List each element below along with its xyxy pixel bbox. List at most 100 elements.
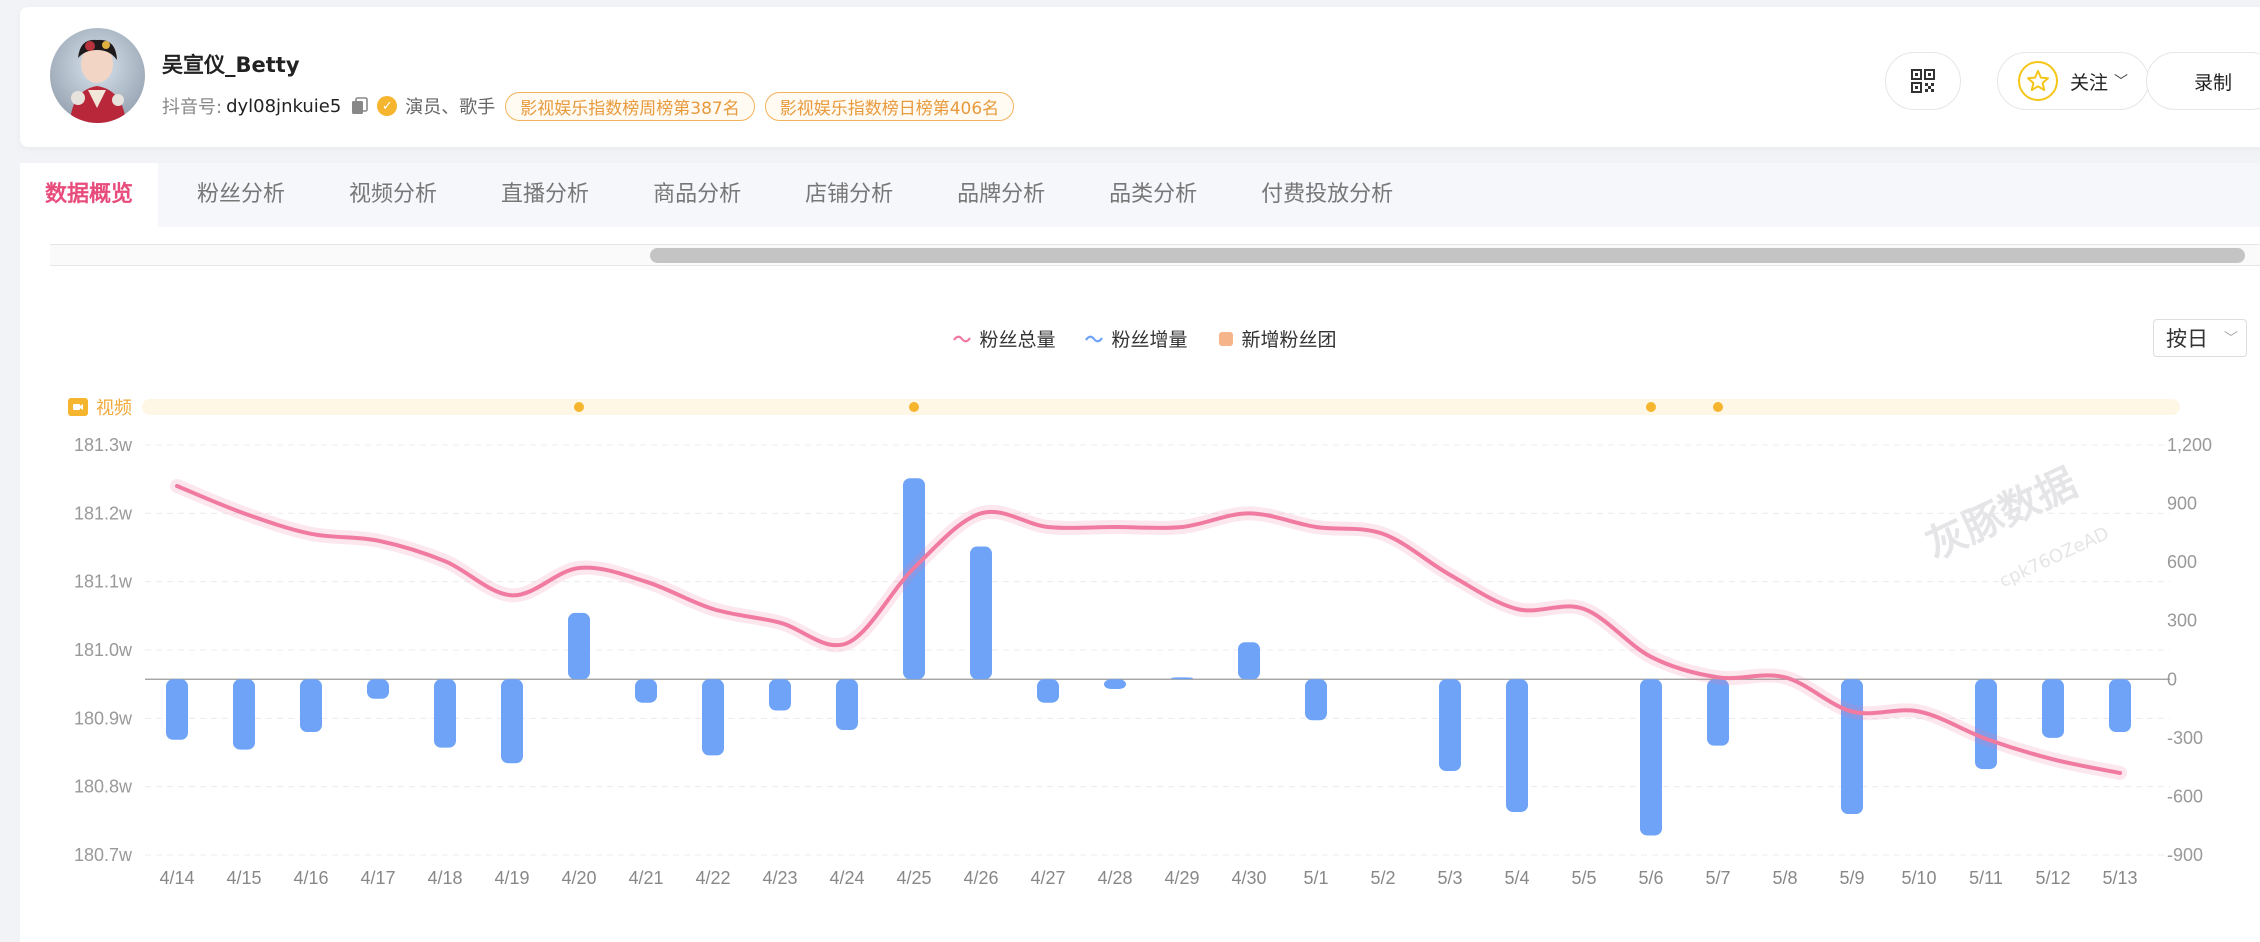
tab-products[interactable]: 商品分析 (628, 163, 766, 227)
x-tick-label: 4/25 (896, 868, 931, 888)
increment-bar (434, 679, 456, 748)
x-tick-label: 4/16 (293, 868, 328, 888)
tab-overview[interactable]: 数据概览 (20, 163, 159, 227)
y-left-tick-label: 180.9w (74, 708, 133, 728)
increment-bar (367, 679, 389, 699)
tab-live[interactable]: 直播分析 (476, 163, 614, 227)
tab-fans[interactable]: 粉丝分析 (172, 163, 310, 227)
increment-bar (970, 546, 992, 680)
total-fans-line (175, 484, 2122, 775)
tab-categories[interactable]: 品类分析 (1084, 163, 1222, 227)
x-tick-label: 5/3 (1437, 868, 1462, 888)
fans-trend-chart: 181.3w 181.2w 181.1w 181.0w 180.9w 180.8w 180.… (74, 402, 2212, 888)
tab-videos[interactable]: 视频分析 (324, 163, 462, 227)
increment-bar (1104, 679, 1126, 690)
tab-paid-ads[interactable]: 付费投放分析 (1236, 163, 1418, 227)
x-tick-label: 4/24 (829, 868, 864, 888)
y-right-tick-label: 300 (2167, 611, 2197, 631)
x-tick-label: 5/4 (1504, 868, 1529, 888)
avatar[interactable] (50, 28, 145, 123)
x-tick-label: 4/23 (762, 868, 797, 888)
x-tick-label: 5/2 (1370, 868, 1395, 888)
y-right-tick-label: 600 (2167, 552, 2197, 572)
x-tick-label: 4/30 (1231, 868, 1266, 888)
x-tick-label: 5/11 (1969, 868, 2003, 888)
x-tick-label: 4/17 (360, 868, 395, 888)
y-left-tick-label: 180.8w (74, 777, 133, 797)
y-right-tick-label: 1,200 (2167, 435, 2212, 455)
x-tick-label: 4/18 (427, 868, 462, 888)
video-marker (909, 402, 919, 412)
x-tick-label: 5/6 (1638, 868, 1663, 888)
increment-bar (1841, 679, 1863, 814)
tab-brands[interactable]: 品牌分析 (932, 163, 1070, 227)
tab-stores[interactable]: 店铺分析 (780, 163, 918, 227)
increment-bar (300, 679, 322, 732)
y-left-tick-label: 181.2w (74, 503, 133, 523)
increment-bar (1707, 679, 1729, 746)
x-tick-label: 4/15 (226, 868, 261, 888)
y-left-tick-label: 181.0w (74, 640, 133, 660)
record-button[interactable]: 录制 (2146, 52, 2260, 110)
y-right-tick-label: -300 (2167, 728, 2203, 748)
profile-name: 吴宣仪_Betty (162, 53, 300, 77)
follow-label: 关注 (2069, 71, 2108, 94)
x-tick-label: 4/20 (561, 868, 596, 888)
occupation: 演员、歌手 (405, 97, 496, 118)
star-icon (2017, 61, 2058, 101)
increment-bar (568, 612, 590, 680)
increment-bar (635, 679, 657, 703)
x-tick-label: 5/7 (1705, 868, 1730, 888)
follow-button[interactable]: 关注 ﹀ (1997, 52, 2149, 110)
video-marker (1713, 402, 1723, 412)
increment-bar (1506, 679, 1528, 813)
qrcode-icon (1911, 69, 1935, 93)
profile-header: 吴宣仪_Betty 抖音号: dyl08jnkuie5 ✓ 演员、歌手 影视娱乐… (20, 7, 2260, 147)
x-tick-label: 5/8 (1772, 868, 1797, 888)
x-tick-label: 4/14 (159, 868, 194, 888)
increment-bar (1171, 677, 1193, 680)
weekly-rank-badge[interactable]: 影视娱乐指数榜周榜第387名 (505, 91, 755, 121)
y-right-tick-label: -900 (2167, 845, 2203, 865)
y-left-tick-label: 181.3w (74, 435, 133, 455)
increment-bar (1640, 679, 1662, 836)
x-tick-label: 4/22 (695, 868, 730, 888)
increment-bar (1975, 679, 1997, 770)
daily-rank-badge[interactable]: 影视娱乐指数榜日榜第406名 (764, 91, 1015, 121)
y-right-tick-label: 900 (2167, 494, 2197, 514)
x-tick-label: 5/13 (2102, 868, 2137, 888)
video-marker (1646, 402, 1656, 412)
increment-bar (233, 679, 255, 750)
chevron-down-icon: ﹀ (2114, 74, 2128, 90)
increment-bar (769, 679, 791, 711)
chart-panel: 粉丝总量 粉丝增量 新增粉丝团 按日 ﹀ 视频 灰豚数据 cpk76OZeAD … (20, 227, 2260, 942)
x-tick-label: 4/19 (494, 868, 529, 888)
increment-bar (2109, 679, 2131, 732)
increment-bar (1238, 642, 1260, 680)
y-left-tick-label: 181.1w (74, 572, 133, 592)
increment-bar (1037, 679, 1059, 703)
x-tick-label: 5/9 (1839, 868, 1864, 888)
x-tick-label: 4/28 (1097, 868, 1132, 888)
tab-bar: 数据概览 粉丝分析 视频分析 直播分析 商品分析 店铺分析 品牌分析 品类分析 … (20, 163, 2260, 227)
douyin-id-label: 抖音号: (162, 97, 223, 118)
copy-icon[interactable] (351, 97, 369, 115)
increment-bar (1305, 679, 1327, 721)
x-tick-label: 5/1 (1303, 868, 1328, 888)
x-tick-label: 5/5 (1571, 868, 1596, 888)
x-tick-label: 4/26 (963, 868, 998, 888)
y-right-tick-label: -600 (2167, 786, 2203, 806)
increment-bar (501, 679, 523, 764)
x-tick-label: 4/27 (1030, 868, 1065, 888)
profile-meta: 抖音号: dyl08jnkuie5 ✓ 演员、歌手 影视娱乐指数榜周榜第387名… (162, 89, 1015, 123)
increment-bar (166, 679, 188, 740)
qrcode-button[interactable] (1885, 52, 1961, 110)
increment-bar (836, 679, 858, 731)
x-tick-label: 4/21 (628, 868, 663, 888)
increment-bar (702, 679, 724, 756)
video-marker (574, 402, 584, 412)
avatar-image (50, 28, 145, 123)
verified-icon: ✓ (377, 96, 398, 116)
x-tick-label: 4/29 (1164, 868, 1199, 888)
x-tick-label: 5/12 (2035, 868, 2070, 888)
